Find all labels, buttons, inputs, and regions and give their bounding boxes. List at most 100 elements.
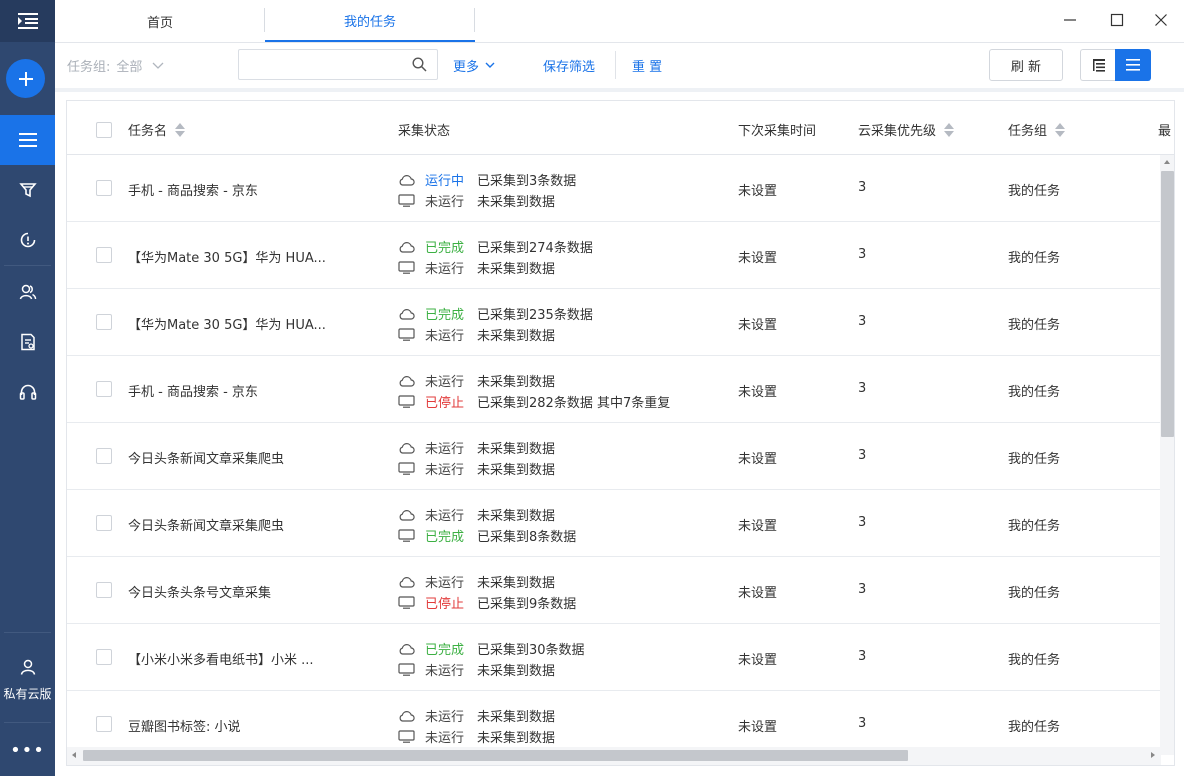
save-filter-button[interactable]: 保存筛选: [543, 56, 595, 75]
table-row[interactable]: 今日头条新闻文章采集爬虫 未运行 未采集到数据 未运行 未采集到数据 未设置 3…: [67, 423, 1161, 490]
local-status-line: 未运行 未采集到数据: [398, 257, 593, 278]
table-row[interactable]: 【华为Mate 30 5G】华为 HUA... 已完成 已采集到274条数据 未…: [67, 222, 1161, 289]
table-row[interactable]: 今日头条头条号文章采集 未运行 未采集到数据 已停止 已采集到9条数据 未设置 …: [67, 557, 1161, 624]
sidebar-item-support[interactable]: [0, 367, 55, 417]
sidebar-item-docs[interactable]: [0, 317, 55, 367]
chevron-down-icon: [152, 62, 164, 69]
row-checkbox[interactable]: [96, 448, 112, 464]
task-name[interactable]: 今日头条头条号文章采集: [128, 582, 338, 601]
refresh-button[interactable]: 刷 新: [989, 49, 1063, 81]
column-header-last: 最: [1158, 120, 1171, 139]
task-name[interactable]: 今日头条新闻文章采集爬虫: [128, 448, 338, 467]
row-checkbox[interactable]: [96, 381, 112, 397]
cloud-status-line: 未运行 未采集到数据: [398, 437, 555, 458]
scroll-up-arrow-icon[interactable]: [1164, 160, 1170, 164]
vertical-scroll-thumb[interactable]: [1161, 171, 1174, 437]
search-icon[interactable]: [412, 57, 427, 72]
task-name[interactable]: 【华为Mate 30 5G】华为 HUA...: [128, 247, 338, 266]
task-group: 我的任务: [1008, 251, 1061, 266]
row-checkbox[interactable]: [96, 515, 112, 531]
local-status-detail: 未采集到数据: [477, 463, 556, 478]
collection-status: 未运行 未采集到数据 已停止 已采集到9条数据: [398, 571, 576, 613]
local-status-line: 未运行 未采集到数据: [398, 458, 555, 479]
cloud-status-line: 已完成 已采集到274条数据: [398, 236, 593, 257]
clock-alert-icon: [20, 232, 35, 248]
task-group: 我的任务: [1008, 184, 1061, 199]
row-checkbox[interactable]: [96, 180, 112, 196]
task-group: 我的任务: [1008, 586, 1061, 601]
next-collection-time: 未设置: [738, 586, 778, 601]
task-name[interactable]: 今日头条新闻文章采集爬虫: [128, 515, 338, 534]
maximize-button[interactable]: [1102, 6, 1132, 34]
scroll-right-arrow-icon[interactable]: [1151, 752, 1155, 758]
minimize-button[interactable]: [1055, 6, 1085, 34]
list-view-button[interactable]: [1115, 49, 1151, 81]
column-header-group[interactable]: 任务组: [1008, 120, 1066, 139]
local-status-detail: 已采集到9条数据: [477, 597, 577, 612]
cloud-priority: 3: [858, 448, 867, 463]
local-status-badge: 未运行: [425, 731, 465, 746]
vertical-scrollbar[interactable]: [1160, 155, 1174, 755]
task-group: 我的任务: [1008, 653, 1061, 668]
task-name[interactable]: 【华为Mate 30 5G】华为 HUA...: [128, 314, 338, 333]
task-name[interactable]: 【小米小米多看电纸书】小米 ...: [128, 649, 338, 668]
task-group-filter[interactable]: 任务组: 全部: [67, 56, 164, 75]
table-row[interactable]: 手机 - 商品搜索 - 京东 未运行 未采集到数据 已停止 已采集到282条数据…: [67, 356, 1161, 423]
reset-button[interactable]: 重 置: [632, 56, 662, 75]
table-row[interactable]: 【小米小米多看电纸书】小米 ... 已完成 已采集到30条数据 未运行 未采集到…: [67, 624, 1161, 691]
next-collection-time: 未设置: [738, 318, 778, 333]
menu-collapse-icon: [17, 13, 38, 29]
horizontal-scrollbar[interactable]: [67, 747, 1161, 765]
more-filters-dropdown[interactable]: 更多: [453, 56, 495, 75]
plus-icon: [18, 71, 33, 86]
table-row[interactable]: 【华为Mate 30 5G】华为 HUA... 已完成 已采集到235条数据 未…: [67, 289, 1161, 356]
select-all-checkbox[interactable]: [96, 122, 112, 138]
task-group: 我的任务: [1008, 720, 1061, 735]
task-name[interactable]: 豆瓣图书标签: 小说: [128, 716, 338, 735]
list-icon: [1126, 59, 1140, 71]
column-header-label: 下次采集时间: [738, 124, 817, 139]
cloud-status-detail: 未采集到数据: [477, 375, 556, 390]
cloud-status-line: 已完成 已采集到30条数据: [398, 638, 585, 659]
column-header-status: 采集状态: [398, 120, 450, 139]
column-header-priority[interactable]: 云采集优先级: [858, 120, 955, 139]
collection-status: 未运行 未采集到数据 已停止 已采集到282条数据 其中7条重复: [398, 370, 670, 412]
sidebar-item-task-list[interactable]: [0, 115, 55, 165]
next-collection-time: 未设置: [738, 452, 778, 467]
private-cloud-button[interactable]: 私有云版: [0, 640, 55, 720]
sidebar-item-history[interactable]: [0, 215, 55, 265]
task-name[interactable]: 手机 - 商品搜索 - 京东: [128, 180, 338, 199]
sidebar-item-team[interactable]: [0, 267, 55, 317]
collapse-menu-button[interactable]: [0, 0, 55, 42]
row-checkbox[interactable]: [96, 649, 112, 665]
sort-icon: [944, 122, 955, 137]
row-checkbox[interactable]: [96, 582, 112, 598]
headset-icon: [19, 384, 36, 400]
next-collection-time: 未设置: [738, 251, 778, 266]
row-checkbox[interactable]: [96, 314, 112, 330]
filter-bar: 任务组: 全部 更多 保存筛选 重 置 刷 新: [55, 43, 1184, 88]
task-group: 我的任务: [1008, 385, 1061, 400]
cloud-icon: [399, 241, 415, 253]
table-row[interactable]: 手机 - 商品搜索 - 京东 运行中 已采集到3条数据 未运行 未采集到数据 未…: [67, 155, 1161, 222]
column-header-name[interactable]: 任务名: [128, 120, 186, 139]
row-checkbox[interactable]: [96, 716, 112, 732]
tree-view-button[interactable]: [1080, 49, 1116, 81]
table-row[interactable]: 今日头条新闻文章采集爬虫 未运行 未采集到数据 已完成 已采集到8条数据 未设置…: [67, 490, 1161, 557]
horizontal-scroll-thumb[interactable]: [83, 750, 908, 761]
cloud-status-badge: 未运行: [425, 375, 465, 390]
local-status-badge: 已停止: [425, 597, 465, 612]
row-checkbox[interactable]: [96, 247, 112, 263]
more-options-button[interactable]: •••: [0, 732, 55, 768]
tab-home[interactable]: 首页: [55, 0, 265, 42]
cloud-priority: 3: [858, 314, 867, 329]
task-name[interactable]: 手机 - 商品搜索 - 京东: [128, 381, 338, 400]
search-input[interactable]: [239, 50, 399, 79]
sidebar-item-templates[interactable]: [0, 165, 55, 215]
close-window-button[interactable]: [1146, 6, 1176, 34]
scroll-left-arrow-icon[interactable]: [72, 752, 76, 758]
new-task-button[interactable]: [6, 59, 45, 98]
tab-my-tasks[interactable]: 我的任务: [265, 0, 475, 42]
table-body: 手机 - 商品搜索 - 京东 运行中 已采集到3条数据 未运行 未采集到数据 未…: [67, 155, 1161, 758]
local-status-badge: 已停止: [425, 396, 465, 411]
